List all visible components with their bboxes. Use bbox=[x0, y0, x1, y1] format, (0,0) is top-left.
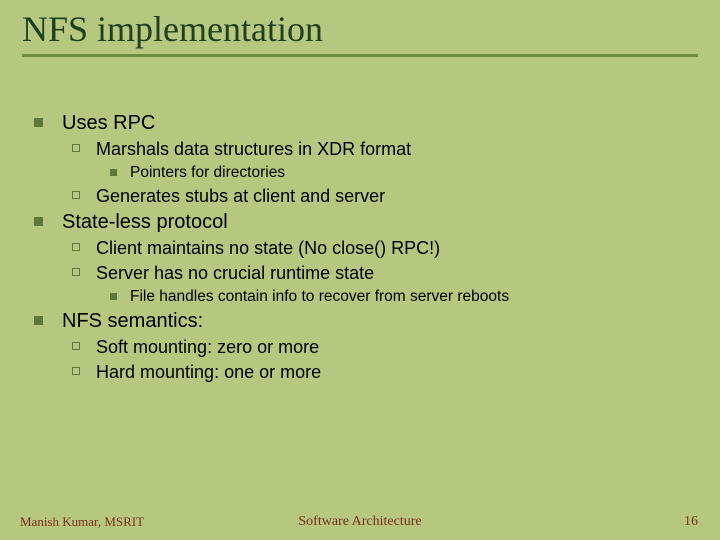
square-bullet-icon bbox=[34, 217, 43, 226]
text-hard: Hard mounting: one or more bbox=[96, 362, 321, 382]
text-pointers: Pointers for directories bbox=[130, 164, 285, 181]
square-bullet-icon bbox=[34, 118, 43, 127]
text-client-maintains: Client maintains no state (No close() RP… bbox=[96, 238, 440, 258]
slide-title: NFS implementation bbox=[22, 8, 323, 50]
square-bullet-icon bbox=[110, 169, 117, 176]
hollow-square-icon bbox=[72, 144, 80, 152]
bullet-server-no: Server has no crucial runtime state bbox=[72, 263, 700, 284]
hollow-square-icon bbox=[72, 367, 80, 375]
bullet-uses-rpc: Uses RPC bbox=[34, 112, 700, 135]
title-underline bbox=[22, 54, 698, 57]
bullet-generates: Generates stubs at client and server bbox=[72, 186, 700, 207]
bullet-marshals: Marshals data structures in XDR format bbox=[72, 139, 700, 160]
hollow-square-icon bbox=[72, 243, 80, 251]
bullet-file-handles: File handles contain info to recover fro… bbox=[110, 288, 700, 306]
hollow-square-icon bbox=[72, 342, 80, 350]
bullet-stateless: State-less protocol bbox=[34, 211, 700, 234]
slide: NFS implementation Uses RPC Marshals dat… bbox=[0, 0, 720, 540]
bullet-nfs-semantics: NFS semantics: bbox=[34, 310, 700, 333]
text-stateless: State-less protocol bbox=[62, 211, 228, 233]
square-bullet-icon bbox=[110, 293, 117, 300]
bullet-soft: Soft mounting: zero or more bbox=[72, 337, 700, 358]
hollow-square-icon bbox=[72, 268, 80, 276]
square-bullet-icon bbox=[34, 316, 43, 325]
bullet-hard: Hard mounting: one or more bbox=[72, 362, 700, 383]
hollow-square-icon bbox=[72, 191, 80, 199]
text-generates: Generates stubs at client and server bbox=[96, 186, 385, 206]
slide-content: Uses RPC Marshals data structures in XDR… bbox=[34, 108, 700, 387]
bullet-pointers: Pointers for directories bbox=[110, 164, 700, 182]
text-marshals: Marshals data structures in XDR format bbox=[96, 139, 411, 159]
text-nfs-semantics: NFS semantics: bbox=[62, 310, 203, 332]
text-soft: Soft mounting: zero or more bbox=[96, 337, 319, 357]
footer-center: Software Architecture bbox=[0, 514, 720, 530]
text-server-no: Server has no crucial runtime state bbox=[96, 263, 374, 283]
text-uses-rpc: Uses RPC bbox=[62, 112, 155, 134]
footer-page-number: 16 bbox=[684, 514, 698, 530]
text-file-handles: File handles contain info to recover fro… bbox=[130, 288, 509, 305]
bullet-client-maintains: Client maintains no state (No close() RP… bbox=[72, 238, 700, 259]
